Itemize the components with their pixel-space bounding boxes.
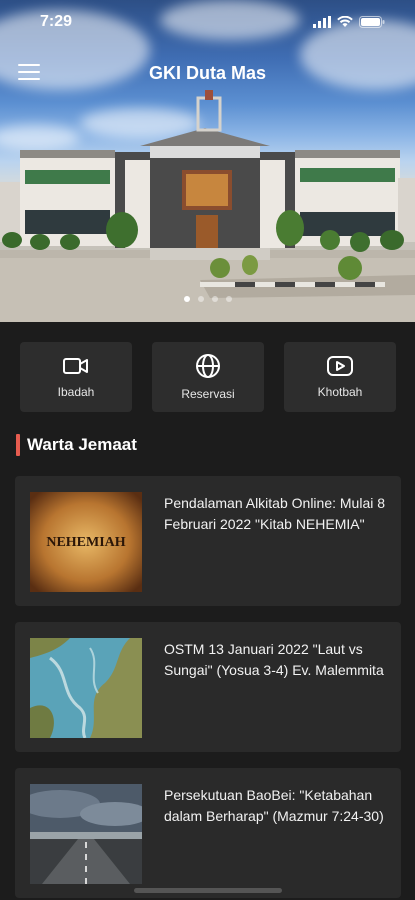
status-time: 7:29 bbox=[40, 13, 73, 30]
khotbah-label: Khotbah bbox=[317, 385, 363, 399]
news-thumbnail-nehemiah: NEHEMIAH bbox=[30, 492, 142, 592]
reservasi-label: Reservasi bbox=[181, 387, 235, 401]
news-thumbnail-river bbox=[30, 638, 142, 738]
news-title: Persekutuan BaoBei: "Ketabahan dalam Ber… bbox=[164, 787, 384, 824]
svg-text:NEHEMIAH: NEHEMIAH bbox=[46, 535, 125, 550]
ibadah-button[interactable]: Ibadah bbox=[20, 342, 132, 412]
carousel-dot[interactable] bbox=[225, 296, 232, 302]
signal-icon bbox=[313, 16, 331, 28]
ibadah-label: Ibadah bbox=[57, 385, 95, 399]
news-item[interactable]: Persekutuan BaoBei: "Ketabahan dalam Ber… bbox=[15, 768, 401, 898]
carousel-indicator[interactable] bbox=[0, 296, 415, 302]
carousel-dot[interactable] bbox=[183, 296, 190, 302]
video-camera-icon bbox=[63, 358, 88, 374]
carousel-dot[interactable] bbox=[197, 296, 204, 302]
khotbah-button[interactable]: Khotbah bbox=[284, 342, 396, 412]
section-accent-bar bbox=[16, 434, 20, 456]
status-bar: 7:29 bbox=[0, 0, 415, 44]
reservasi-button[interactable]: Reservasi bbox=[152, 342, 264, 412]
section-title: Warta Jemaat bbox=[27, 435, 137, 454]
globe-icon bbox=[196, 354, 220, 378]
church-building-photo bbox=[0, 90, 415, 322]
wifi-icon bbox=[337, 16, 353, 27]
battery-icon bbox=[359, 16, 385, 28]
news-title: Pendalaman Alkitab Online: Mulai 8 Febru… bbox=[164, 495, 386, 532]
play-button-icon bbox=[327, 356, 353, 376]
news-item[interactable]: NEHEMIAH Pendalaman Alkitab Online: Mula… bbox=[15, 476, 401, 606]
news-thumbnail-road bbox=[30, 784, 142, 884]
app-bar: GKI Duta Mas bbox=[0, 52, 415, 96]
home-indicator[interactable] bbox=[134, 888, 282, 893]
carousel-dot[interactable] bbox=[211, 296, 218, 302]
news-title: OSTM 13 Januari 2022 "Laut vs Sungai" (Y… bbox=[164, 641, 384, 678]
app-title: GKI Duta Mas bbox=[148, 63, 267, 83]
news-item[interactable]: OSTM 13 Januari 2022 "Laut vs Sungai" (Y… bbox=[15, 622, 401, 752]
hero-banner[interactable]: 7:29 GKI Duta Mas bbox=[0, 0, 415, 322]
news-list: NEHEMIAH Pendalaman Alkitab Online: Mula… bbox=[15, 476, 401, 900]
section-header: Warta Jemaat bbox=[16, 434, 137, 456]
quick-actions: Ibadah Reservasi Khotbah bbox=[20, 342, 396, 412]
